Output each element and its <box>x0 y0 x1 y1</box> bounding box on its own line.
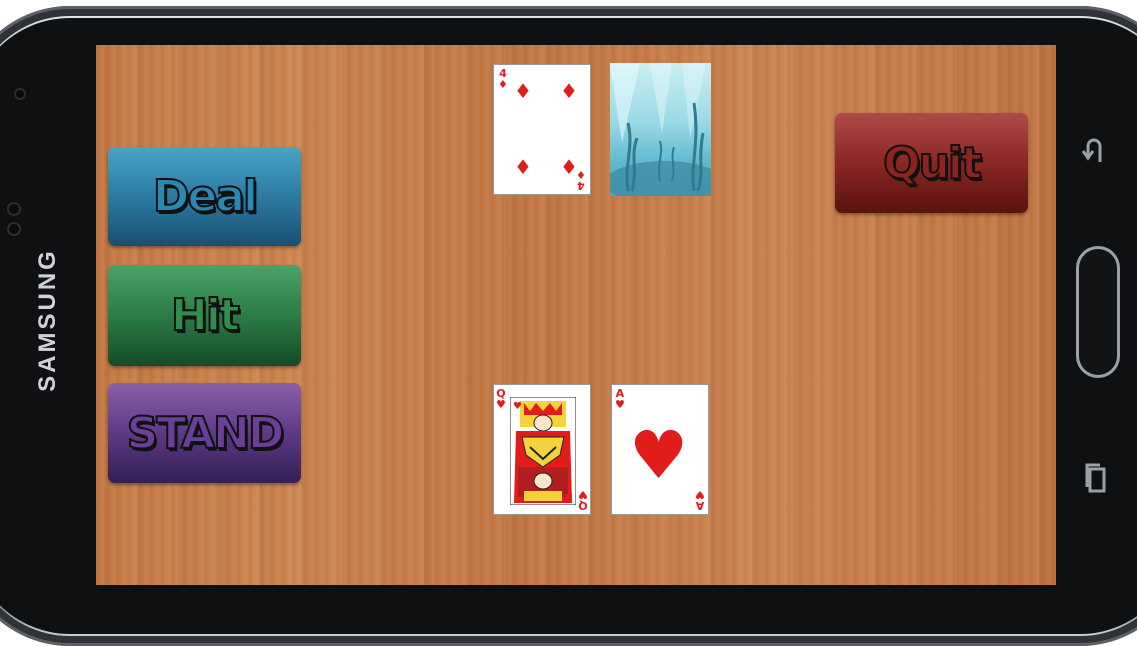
queen-portrait: ♥ ♥ <box>510 397 576 505</box>
card-rank: Q <box>578 499 588 512</box>
card-corner-bottom: 4 ♦ <box>576 168 586 192</box>
deal-button-label: Deal <box>152 170 259 223</box>
home-button[interactable] <box>1076 246 1120 378</box>
card-rank: 4 <box>577 179 585 192</box>
proximity-sensor-icon <box>7 202 21 216</box>
card-corner-top: Q ♥ <box>496 388 506 410</box>
heart-icon: ♥ <box>695 488 705 501</box>
svg-text:♥: ♥ <box>564 493 573 504</box>
heart-icon: ♥ <box>615 398 625 411</box>
card-back-art <box>610 63 711 196</box>
quit-button[interactable]: Quit <box>835 113 1028 213</box>
game-table: Deal Hit STAND Quit 4 ♦ ♦ ♦ ♦ ♦ 4 ♦ Q ♥ … <box>96 45 1056 585</box>
deal-button[interactable]: Deal <box>108 147 301 246</box>
diamond-icon: ♦ <box>498 78 508 91</box>
recents-icon[interactable] <box>1082 460 1110 496</box>
diamond-icon: ♦ <box>514 155 532 179</box>
card-corner-bottom: A ♥ <box>695 488 705 512</box>
card-corner-bottom: Q ♥ <box>578 488 588 512</box>
hit-button[interactable]: Hit <box>108 265 301 366</box>
back-icon[interactable] <box>1080 132 1110 168</box>
front-camera-icon <box>14 88 26 100</box>
heart-icon: ♥ <box>629 417 689 494</box>
player-card-ace-of-hearts: A ♥ ♥ A ♥ <box>611 384 709 515</box>
heart-icon: ♥ <box>578 488 588 501</box>
dealer-card-four-of-diamonds: 4 ♦ ♦ ♦ ♦ ♦ 4 ♦ <box>493 64 591 195</box>
device-brand: SAMSUNG <box>18 230 78 410</box>
svg-text:♥: ♥ <box>513 401 522 412</box>
diamond-icon: ♦ <box>560 79 578 103</box>
card-corner-top: A ♥ <box>615 388 625 410</box>
stand-button-label: STAND <box>126 407 286 460</box>
card-rank: A <box>695 499 705 512</box>
heart-icon: ♥ <box>496 398 506 411</box>
brand-label: SAMSUNG <box>34 248 62 392</box>
quit-button-label: Quit <box>882 137 983 190</box>
dealer-card-face-down <box>610 63 711 196</box>
hit-button-label: Hit <box>170 289 241 342</box>
card-corner-top: 4 ♦ <box>498 68 508 90</box>
stand-button[interactable]: STAND <box>108 383 301 483</box>
player-card-queen-of-hearts: Q ♥ ♥ ♥ Q ♥ <box>493 384 591 515</box>
diamond-icon: ♦ <box>514 79 532 103</box>
diamond-icon: ♦ <box>576 168 586 181</box>
